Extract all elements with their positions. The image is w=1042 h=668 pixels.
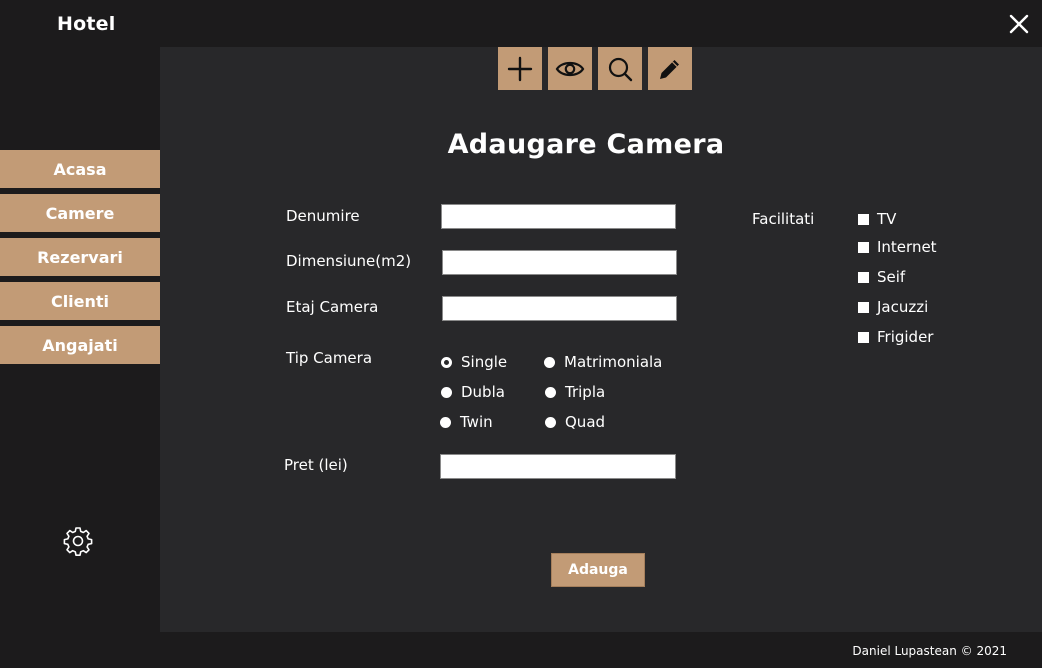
dimensiune-label: Dimensiune(m2) xyxy=(286,252,412,270)
app-title: Hotel xyxy=(57,13,116,35)
add-button[interactable] xyxy=(498,47,542,90)
facilitati-label: Facilitati xyxy=(752,210,815,228)
search-icon xyxy=(608,57,633,81)
denumire-input[interactable] xyxy=(441,204,676,229)
main-panel: Adaugare Camera Denumire Dimensiune(m2) … xyxy=(160,47,1042,632)
view-button[interactable] xyxy=(548,47,592,90)
checkbox-label: TV xyxy=(877,210,897,228)
dimensiune-input[interactable] xyxy=(442,250,677,275)
radio-indicator xyxy=(545,416,556,428)
radio-indicator xyxy=(440,416,451,428)
radio-matrimoniala[interactable]: Matrimoniala xyxy=(544,353,662,371)
radio-indicator xyxy=(545,386,556,398)
checkbox-label: Internet xyxy=(877,238,937,256)
sidebar-item-label: Camere xyxy=(45,203,115,223)
radio-label: Single xyxy=(461,353,508,371)
etaj-label: Etaj Camera xyxy=(286,298,379,316)
radio-label: Dubla xyxy=(461,383,505,401)
radio-indicator xyxy=(441,386,452,398)
sidebar-item-label: Angajati xyxy=(42,335,118,355)
denumire-label: Denumire xyxy=(286,207,360,225)
sidebar-item-label: Clienti xyxy=(50,291,110,311)
checkbox-indicator xyxy=(858,271,869,283)
sidebar-item-clienti[interactable]: Clienti xyxy=(0,282,160,320)
pencil-icon xyxy=(660,59,679,79)
checkbox-frigider[interactable]: Frigider xyxy=(858,328,933,346)
radio-dubla[interactable]: Dubla xyxy=(441,383,505,401)
plus-icon xyxy=(507,56,533,81)
radio-label: Twin xyxy=(460,413,493,431)
tip-camera-label: Tip Camera xyxy=(286,349,373,367)
checkbox-label: Jacuzzi xyxy=(877,298,929,316)
adauga-button[interactable]: Adauga xyxy=(551,553,645,587)
radio-label: Matrimoniala xyxy=(564,353,663,371)
sidebar-item-acasa[interactable]: Acasa xyxy=(0,150,160,188)
close-button[interactable] xyxy=(1006,11,1032,37)
checkbox-label: Frigider xyxy=(877,328,934,346)
sidebar-item-camere[interactable]: Camere xyxy=(0,194,160,232)
radio-indicator xyxy=(441,356,452,368)
sidebar-item-rezervari[interactable]: Rezervari xyxy=(0,238,160,276)
etaj-input[interactable] xyxy=(442,296,677,321)
checkbox-label: Seif xyxy=(877,268,906,286)
gear-icon xyxy=(63,527,93,556)
radio-indicator xyxy=(544,356,555,368)
checkbox-indicator xyxy=(858,331,869,343)
radio-single[interactable]: Single xyxy=(441,353,507,371)
checkbox-jacuzzi[interactable]: Jacuzzi xyxy=(858,298,928,316)
sidebar-item-label: Acasa xyxy=(53,159,107,179)
footer-copyright: Daniel Lupastean © 2021 xyxy=(852,644,1007,658)
checkbox-indicator xyxy=(858,241,869,253)
radio-twin[interactable]: Twin xyxy=(440,413,493,431)
radio-quad[interactable]: Quad xyxy=(545,413,605,431)
checkbox-internet[interactable]: Internet xyxy=(858,238,937,256)
checkbox-tv[interactable]: TV xyxy=(858,210,896,228)
pret-input[interactable] xyxy=(440,454,676,479)
page-title: Adaugare Camera xyxy=(447,129,725,160)
radio-label: Quad xyxy=(565,413,606,431)
eye-icon xyxy=(555,61,585,76)
radio-tripla[interactable]: Tripla xyxy=(545,383,605,401)
sidebar-item-angajati[interactable]: Angajati xyxy=(0,326,160,364)
sidebar-item-label: Rezervari xyxy=(37,247,123,267)
radio-label: Tripla xyxy=(565,383,606,401)
pret-label: Pret (lei) xyxy=(284,456,348,474)
checkbox-seif[interactable]: Seif xyxy=(858,268,905,286)
checkbox-indicator xyxy=(858,213,869,225)
edit-button[interactable] xyxy=(648,47,692,90)
close-icon xyxy=(1009,14,1029,34)
search-button[interactable] xyxy=(598,47,642,90)
settings-button[interactable] xyxy=(62,525,94,557)
checkbox-indicator xyxy=(858,301,869,313)
